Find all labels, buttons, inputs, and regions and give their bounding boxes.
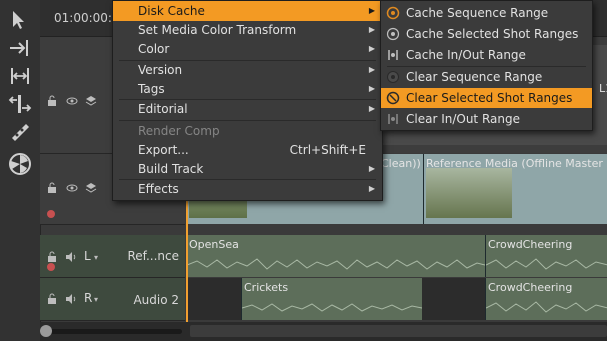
clip-label: CrowdCheering xyxy=(488,281,573,294)
context-menu: Disk Cache ▶ Set Media Color Transform ▶ C… xyxy=(112,0,383,201)
shortcut-label: Ctrl+Shift+E xyxy=(289,143,366,157)
ripple-icon[interactable] xyxy=(8,64,32,88)
record-indicator xyxy=(47,210,55,218)
menu-item-editorial[interactable]: Editorial ▶ xyxy=(113,99,382,119)
channel-selector[interactable]: L xyxy=(84,249,91,263)
menu-item-cache-in-out-range[interactable]: Cache In/Out Range xyxy=(381,45,592,65)
timecode-display: 01:00:00: xyxy=(54,11,112,25)
clear-inout-icon xyxy=(386,112,400,126)
audio-track-1-header[interactable]: L ▾ Ref...nce xyxy=(40,235,185,278)
audio-track-1-lane[interactable]: OpenSea CrowdCheering xyxy=(186,235,607,277)
clip-label: Clean)) xyxy=(381,157,421,170)
chevron-down-icon[interactable]: ▾ xyxy=(94,253,98,262)
track-name: Ref...nce xyxy=(127,249,179,263)
horizontal-scrollbar[interactable] xyxy=(40,322,607,341)
nuke-logo-icon[interactable] xyxy=(8,152,32,176)
clip-thumbnail xyxy=(426,168,512,218)
speaker-icon[interactable] xyxy=(65,293,77,305)
channel-selector[interactable]: R xyxy=(84,291,92,305)
waveform xyxy=(187,258,485,270)
tool-strip xyxy=(0,0,41,341)
eye-icon[interactable] xyxy=(66,95,78,107)
menu-item-clear-in-out-range[interactable]: Clear In/Out Range xyxy=(381,109,592,129)
cache-sequence-icon xyxy=(386,6,400,20)
submenu-arrow-icon: ▶ xyxy=(368,25,375,34)
eye-icon[interactable] xyxy=(66,182,78,194)
submenu-arrow-icon: ▶ xyxy=(368,84,375,93)
menu-item-effects[interactable]: Effects ▶ xyxy=(113,179,382,199)
waveform xyxy=(486,258,607,270)
submenu-arrow-icon: ▶ xyxy=(368,6,375,15)
menu-item-clear-sequence-range[interactable]: Clear Sequence Range xyxy=(381,67,592,87)
lock-icon[interactable] xyxy=(46,293,58,305)
record-indicator xyxy=(47,263,55,271)
clear-sequence-icon xyxy=(386,70,400,84)
menu-item-clear-selected-shot-ranges[interactable]: Clear Selected Shot Ranges xyxy=(381,88,592,108)
menu-item-build-track[interactable]: Build Track ▶ xyxy=(113,159,382,179)
layers-icon[interactable] xyxy=(85,182,97,194)
audio-clip[interactable]: CrowdCheering xyxy=(485,278,607,320)
lock-icon[interactable] xyxy=(46,182,58,194)
disk-cache-submenu: Cache Sequence Range Cache Selected Shot… xyxy=(380,0,593,131)
clip-label: Crickets xyxy=(244,281,289,294)
video-clip[interactable]: Reference Media (Offline Master xyxy=(423,154,607,224)
audio-track-2-header[interactable]: R ▾ Audio 2 xyxy=(40,278,185,321)
chevron-down-icon[interactable]: ▾ xyxy=(94,295,98,304)
submenu-arrow-icon: ▶ xyxy=(368,65,375,74)
menu-item-tags[interactable]: Tags ▶ xyxy=(113,79,382,99)
lock-icon[interactable] xyxy=(46,95,58,107)
clear-shots-icon xyxy=(386,91,400,105)
zoom-slider-track[interactable] xyxy=(42,329,182,334)
menu-item-disk-cache[interactable]: Disk Cache ▶ xyxy=(113,1,382,21)
waveform xyxy=(486,301,607,313)
menu-item-export[interactable]: Export... Ctrl+Shift+E xyxy=(113,140,382,160)
audio-clip[interactable]: OpenSea xyxy=(186,235,485,277)
audio-clip[interactable]: Crickets xyxy=(241,278,422,320)
submenu-arrow-icon: ▶ xyxy=(368,104,375,113)
clip-label: CrowdCheering xyxy=(488,238,573,251)
audio-clip[interactable]: CrowdCheering xyxy=(485,235,607,277)
submenu-arrow-icon: ▶ xyxy=(368,44,375,53)
menu-item-cache-sequence-range[interactable]: Cache Sequence Range xyxy=(381,3,592,23)
menu-item-render-comp: Render Comp xyxy=(138,124,220,138)
submenu-arrow-icon: ▶ xyxy=(368,164,375,173)
track-forward-icon[interactable] xyxy=(8,36,32,60)
clip-label: OpenSea xyxy=(189,238,239,251)
slip-icon[interactable] xyxy=(8,92,32,116)
menu-item-color[interactable]: Color ▶ xyxy=(113,39,382,59)
layers-icon[interactable] xyxy=(85,95,97,107)
menu-item-version[interactable]: Version ▶ xyxy=(113,60,382,80)
clip-label: L1 xyxy=(599,82,607,95)
scrollbar-thumb[interactable] xyxy=(190,325,607,337)
lock-icon[interactable] xyxy=(46,251,58,263)
zoom-slider-handle[interactable] xyxy=(40,325,52,337)
menu-item-set-media-color-transform[interactable]: Set Media Color Transform ▶ xyxy=(113,20,382,40)
speaker-icon[interactable] xyxy=(65,251,77,263)
razor-icon[interactable] xyxy=(8,120,32,144)
menu-item-cache-selected-shot-ranges[interactable]: Cache Selected Shot Ranges xyxy=(381,24,592,44)
select-arrow-icon[interactable] xyxy=(8,8,32,32)
track-name: Audio 2 xyxy=(133,293,179,307)
waveform xyxy=(242,303,422,312)
cache-inout-icon xyxy=(386,48,400,62)
submenu-arrow-icon: ▶ xyxy=(368,184,375,193)
cache-shots-icon xyxy=(386,27,400,41)
audio-track-2-lane[interactable]: Crickets CrowdCheering xyxy=(186,278,607,320)
